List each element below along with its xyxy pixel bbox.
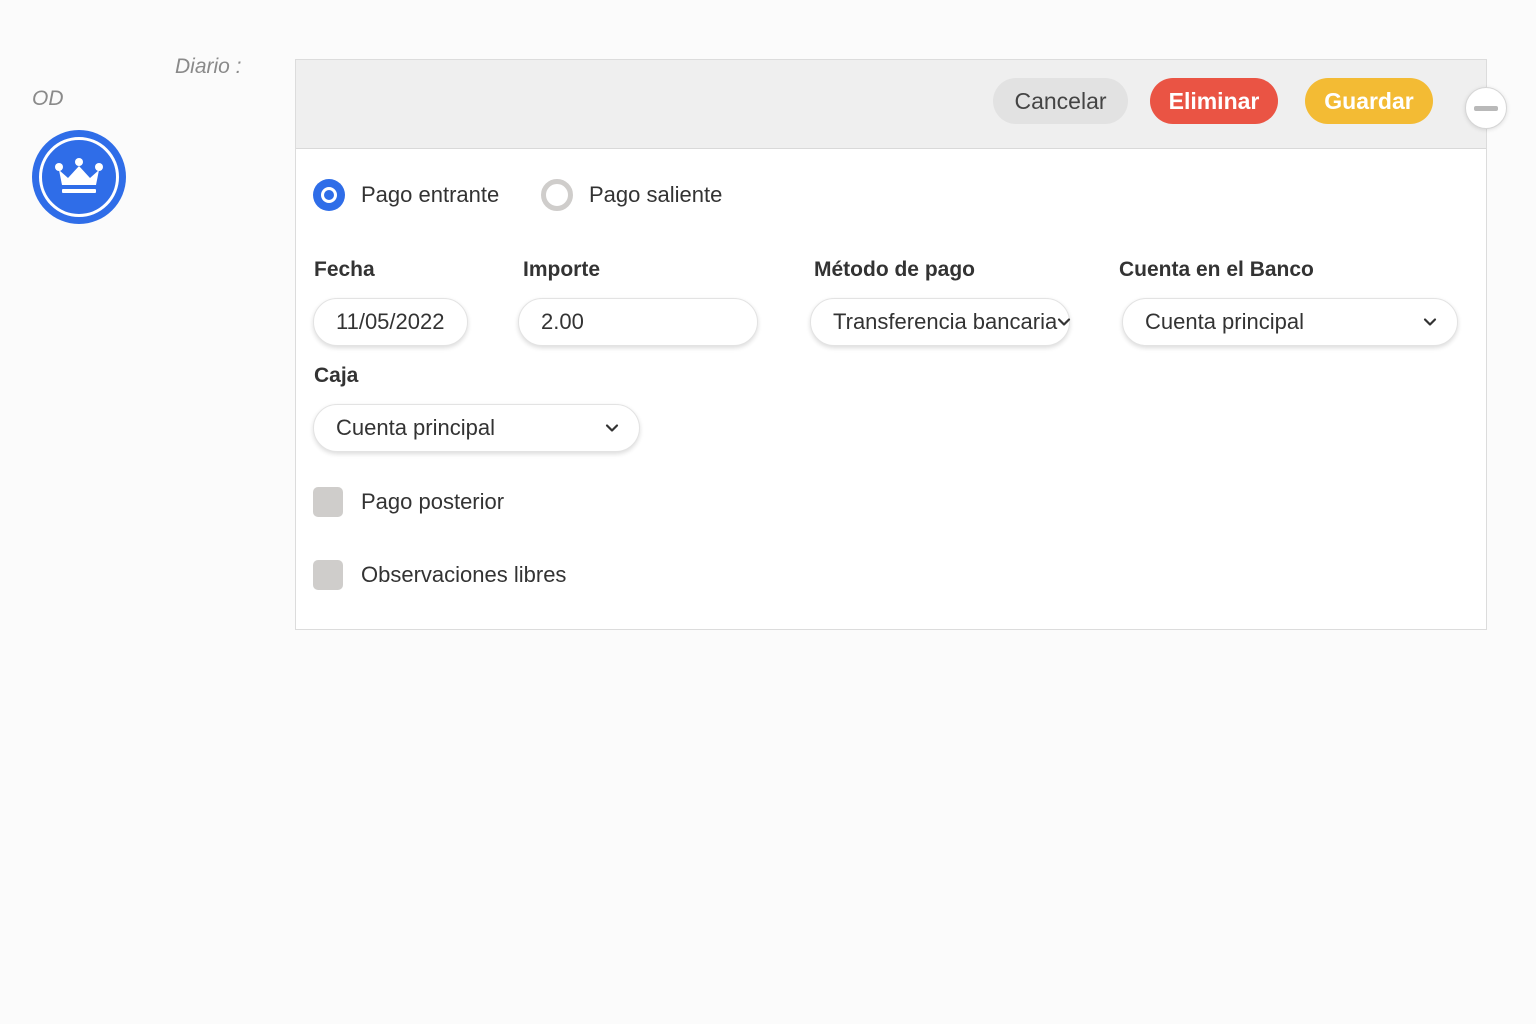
radio-pago-entrante[interactable]: Pago entrante [313, 179, 499, 211]
caja-label: Caja [314, 364, 359, 387]
diario-label: Diario : [175, 55, 242, 78]
radio-label-saliente: Pago saliente [589, 182, 723, 207]
cancel-button[interactable]: Cancelar [993, 78, 1128, 124]
importe-value: 2.00 [541, 309, 584, 334]
observaciones-checkbox[interactable]: Observaciones libres [313, 560, 566, 590]
radio-label-entrante: Pago entrante [361, 182, 500, 207]
fecha-input[interactable]: 11/05/2022 [313, 298, 468, 346]
pago-posterior-checkbox[interactable]: Pago posterior [313, 487, 504, 517]
radio-selected-indicator [313, 179, 345, 211]
journal-code: OD [32, 87, 64, 110]
cuenta-banco-value: Cuenta principal [1145, 309, 1304, 334]
chevron-down-icon [1058, 318, 1071, 326]
checkbox-indicator [313, 487, 343, 517]
journal-avatar [32, 130, 126, 224]
collapse-button[interactable] [1465, 87, 1507, 129]
radio-unselected-indicator [541, 179, 573, 211]
payment-form-page: Diario : OD Cancelar Eliminar Guardar Pa… [0, 0, 1536, 1024]
metodo-pago-value: Transferencia bancaria [833, 309, 1058, 334]
importe-input[interactable]: 2.00 [518, 298, 758, 346]
fecha-value: 11/05/2022 [336, 309, 445, 334]
save-button[interactable]: Guardar [1305, 78, 1433, 124]
checkbox-indicator [313, 560, 343, 590]
pago-posterior-label: Pago posterior [361, 489, 505, 514]
importe-label: Importe [523, 258, 601, 281]
chevron-down-icon [1423, 318, 1437, 326]
minus-icon [1474, 105, 1498, 111]
cuenta-banco-label: Cuenta en el Banco [1119, 258, 1314, 281]
caja-select[interactable]: Cuenta principal [313, 404, 640, 452]
crown-icon [55, 158, 103, 193]
cuenta-banco-select[interactable]: Cuenta principal [1122, 298, 1458, 346]
caja-value: Cuenta principal [336, 415, 495, 440]
chevron-down-icon [605, 424, 619, 432]
metodo-pago-select[interactable]: Transferencia bancaria [810, 298, 1071, 346]
delete-button[interactable]: Eliminar [1150, 78, 1278, 124]
radio-pago-saliente[interactable]: Pago saliente [541, 179, 722, 211]
panel-toolbar: Cancelar Eliminar Guardar [296, 60, 1486, 149]
metodo-pago-label: Método de pago [814, 258, 975, 281]
observaciones-label: Observaciones libres [361, 562, 567, 587]
avatar-ring [39, 137, 119, 217]
fecha-label: Fecha [314, 258, 375, 281]
